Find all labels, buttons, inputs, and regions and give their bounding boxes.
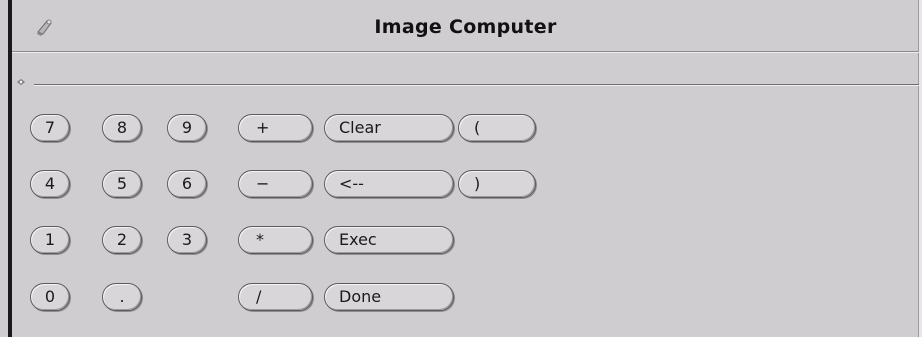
key-label: 5 bbox=[116, 174, 128, 193]
image-computer-window: Image Computer 7 8 9 + Clear ( 4 5 6 − <… bbox=[0, 0, 922, 337]
window-title: Image Computer bbox=[374, 16, 557, 38]
key-4-button[interactable]: 4 bbox=[30, 170, 70, 198]
key-label: Done bbox=[339, 287, 382, 306]
open-paren-button[interactable]: ( bbox=[458, 114, 536, 142]
key-8-button[interactable]: 8 bbox=[102, 114, 142, 142]
close-paren-button[interactable]: ) bbox=[458, 170, 536, 198]
key-2-button[interactable]: 2 bbox=[102, 226, 142, 254]
key-7-button[interactable]: 7 bbox=[30, 114, 70, 142]
clear-button[interactable]: Clear bbox=[324, 114, 454, 142]
expression-display[interactable] bbox=[34, 84, 919, 86]
key-3-button[interactable]: 3 bbox=[167, 226, 207, 254]
key-label: 2 bbox=[116, 230, 128, 249]
title-bar[interactable]: Image Computer bbox=[12, 0, 919, 50]
key-label: 7 bbox=[44, 118, 56, 137]
key-label: Clear bbox=[339, 118, 381, 137]
key-label: 1 bbox=[44, 230, 56, 249]
key-label: 9 bbox=[181, 118, 193, 137]
title-divider bbox=[12, 51, 919, 53]
display-row bbox=[12, 60, 919, 90]
decimal-point-button[interactable]: . bbox=[102, 283, 142, 311]
key-label: − bbox=[256, 174, 270, 193]
key-label: 4 bbox=[44, 174, 56, 193]
add-button[interactable]: + bbox=[238, 114, 313, 142]
key-0-button[interactable]: 0 bbox=[30, 283, 70, 311]
pushpin-icon bbox=[16, 72, 26, 85]
multiply-button[interactable]: * bbox=[238, 226, 313, 254]
exec-button[interactable]: Exec bbox=[324, 226, 454, 254]
key-label: Exec bbox=[339, 230, 377, 249]
key-label: <-- bbox=[339, 174, 364, 193]
key-label: * bbox=[256, 230, 264, 249]
backspace-button[interactable]: <-- bbox=[324, 170, 454, 198]
key-9-button[interactable]: 9 bbox=[167, 114, 207, 142]
key-label: 0 bbox=[44, 287, 56, 306]
key-label: 3 bbox=[181, 230, 193, 249]
key-label: . bbox=[119, 287, 125, 306]
key-label: + bbox=[256, 118, 270, 137]
key-5-button[interactable]: 5 bbox=[102, 170, 142, 198]
key-1-button[interactable]: 1 bbox=[30, 226, 70, 254]
key-label: ( bbox=[474, 118, 481, 137]
divide-button[interactable]: / bbox=[238, 283, 313, 311]
key-label: ) bbox=[474, 174, 481, 193]
key-label: 8 bbox=[116, 118, 128, 137]
key-label: 6 bbox=[181, 174, 193, 193]
key-label: / bbox=[256, 287, 262, 306]
key-6-button[interactable]: 6 bbox=[167, 170, 207, 198]
subtract-button[interactable]: − bbox=[238, 170, 313, 198]
done-button[interactable]: Done bbox=[324, 283, 454, 311]
